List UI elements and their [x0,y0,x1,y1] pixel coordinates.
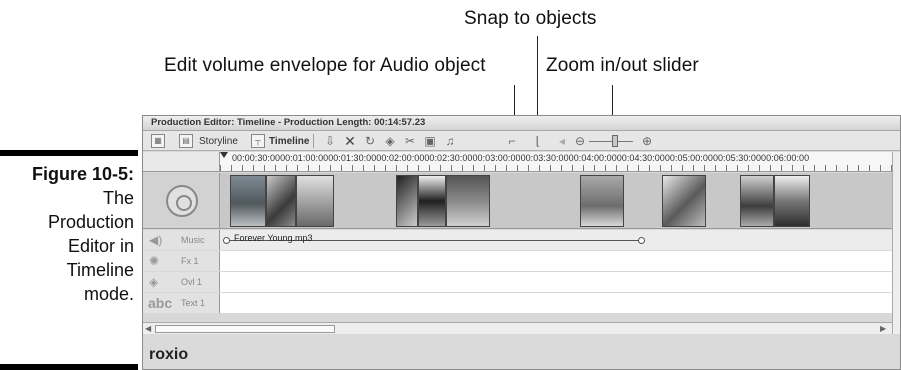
callout-snap-to-objects: Snap to objects [464,8,597,29]
timeline-label: Timeline [269,135,310,147]
video-clip[interactable] [266,175,296,227]
film-reel-icon [166,185,198,217]
storyboard-icon[interactable]: ▦ [151,134,165,148]
video-clip[interactable] [418,175,446,227]
caption-line: The [102,188,134,208]
overlay-track-body[interactable] [220,272,892,292]
video-clip[interactable] [580,175,624,227]
sparkle-icon: ✺ [149,254,160,268]
volume-envelope-icon[interactable]: ⌐ [505,134,519,148]
video-track-header [143,173,220,229]
callout-edit-volume-envelope: Edit volume envelope for Audio object [164,55,486,76]
caption-line: Timeline [66,260,134,280]
timeline-ruler[interactable]: 00:00:30:0000:01:00:0000:01:30:0000:02:0… [220,152,892,172]
ruler-ticks [220,165,892,171]
speaker-icon: ◀) [149,233,163,247]
overlay-track-header: ◈ Ovl 1 [143,272,220,292]
toolbar-separator [313,134,314,148]
vertical-scrollbar[interactable] [892,152,900,334]
fx-track: ✺ Fx 1 [143,251,892,271]
properties-icon[interactable]: ▣ [423,134,437,148]
video-clip[interactable] [396,175,418,227]
caption-top-rule [0,150,138,156]
scrollbar-thumb[interactable] [155,325,335,333]
insert-icon[interactable]: ⇩ [323,134,337,148]
caption-line: Editor in [67,236,134,256]
text-abc-icon: abc [148,295,173,311]
caption-bottom-rule [0,364,138,370]
caption-line: Production [47,212,134,232]
music-track-label: Music [181,235,205,245]
storyline-button[interactable]: Storyline [199,134,238,148]
layers-icon: ◈ [149,275,159,289]
horizontal-scrollbar[interactable]: ◀ ▶ [143,322,892,334]
video-clip[interactable] [296,175,334,227]
editor-footer: roxio [143,335,900,369]
overlay-track: ◈ Ovl 1 [143,272,892,292]
storyline-label: Storyline [199,135,238,147]
text-track-body[interactable] [220,293,892,313]
window-title: Production Editor: Timeline - Production… [151,117,426,128]
storyline-icon[interactable]: ▤ [179,134,193,148]
timeline-button[interactable]: Timeline [269,134,309,148]
video-clip[interactable] [740,175,774,227]
microphone-icon[interactable]: ♫ [443,134,457,148]
zoom-out-icon[interactable]: ⊖ [573,134,587,148]
timeline-icon[interactable]: ┬ [251,134,265,148]
text-track-label: Text 1 [181,298,206,308]
music-track-header: ◀) Music [143,230,220,250]
video-clip[interactable] [774,175,810,227]
rotate-icon[interactable]: ↻ [363,134,377,148]
trim-icon[interactable]: ✂ [403,134,417,148]
video-clip[interactable] [446,175,490,227]
video-clip[interactable] [230,175,266,227]
callout-zoom-slider: Zoom in/out slider [546,55,699,76]
delete-icon[interactable]: ✕ [343,134,357,148]
speaker-icon[interactable]: ◂ [555,134,569,148]
scroll-left-icon[interactable]: ◀ [145,324,151,333]
figure-number: Figure 10-5: [31,164,134,184]
caption-line: mode. [83,284,134,304]
production-editor-window: Production Editor: Timeline - Production… [142,115,901,370]
figure-caption: Figure 10-5: The Production Editor in Ti… [0,162,134,306]
music-track: ◀) Music Forever Young.mp3 [143,230,892,250]
roxio-logo: roxio [149,346,189,363]
editor-toolbar: ▦ ▤ Storyline ┬ Timeline ⇩ ✕ ↻ ◈ ✂ ▣ ♫ ⌐… [143,131,900,151]
text-track: abc Text 1 [143,293,892,313]
envelope-node[interactable] [223,237,230,244]
audio-clip-name: Forever Young.mp3 [234,233,313,243]
split-icon[interactable]: ◈ [383,134,397,148]
ruler-header [143,152,220,172]
scroll-right-icon[interactable]: ▶ [880,324,886,333]
envelope-node[interactable] [638,237,645,244]
text-track-header: abc Text 1 [143,293,220,313]
zoom-in-icon[interactable]: ⊕ [640,134,654,148]
snap-to-objects-icon[interactable]: ⌊ [531,134,545,148]
overlay-track-label: Ovl 1 [181,277,203,287]
window-titlebar: Production Editor: Timeline - Production… [143,116,900,131]
zoom-slider-thumb[interactable] [612,135,618,147]
fx-track-label: Fx 1 [181,256,199,266]
ruler-times: 00:00:30:0000:01:00:0000:01:30:0000:02:0… [232,153,810,163]
video-track[interactable] [220,173,892,229]
zoom-slider-track[interactable] [589,141,633,142]
video-clip[interactable] [662,175,706,227]
music-track-body[interactable]: Forever Young.mp3 [220,230,892,250]
fx-track-body[interactable] [220,251,892,271]
playhead-marker[interactable] [220,152,228,158]
fx-track-header: ✺ Fx 1 [143,251,220,271]
